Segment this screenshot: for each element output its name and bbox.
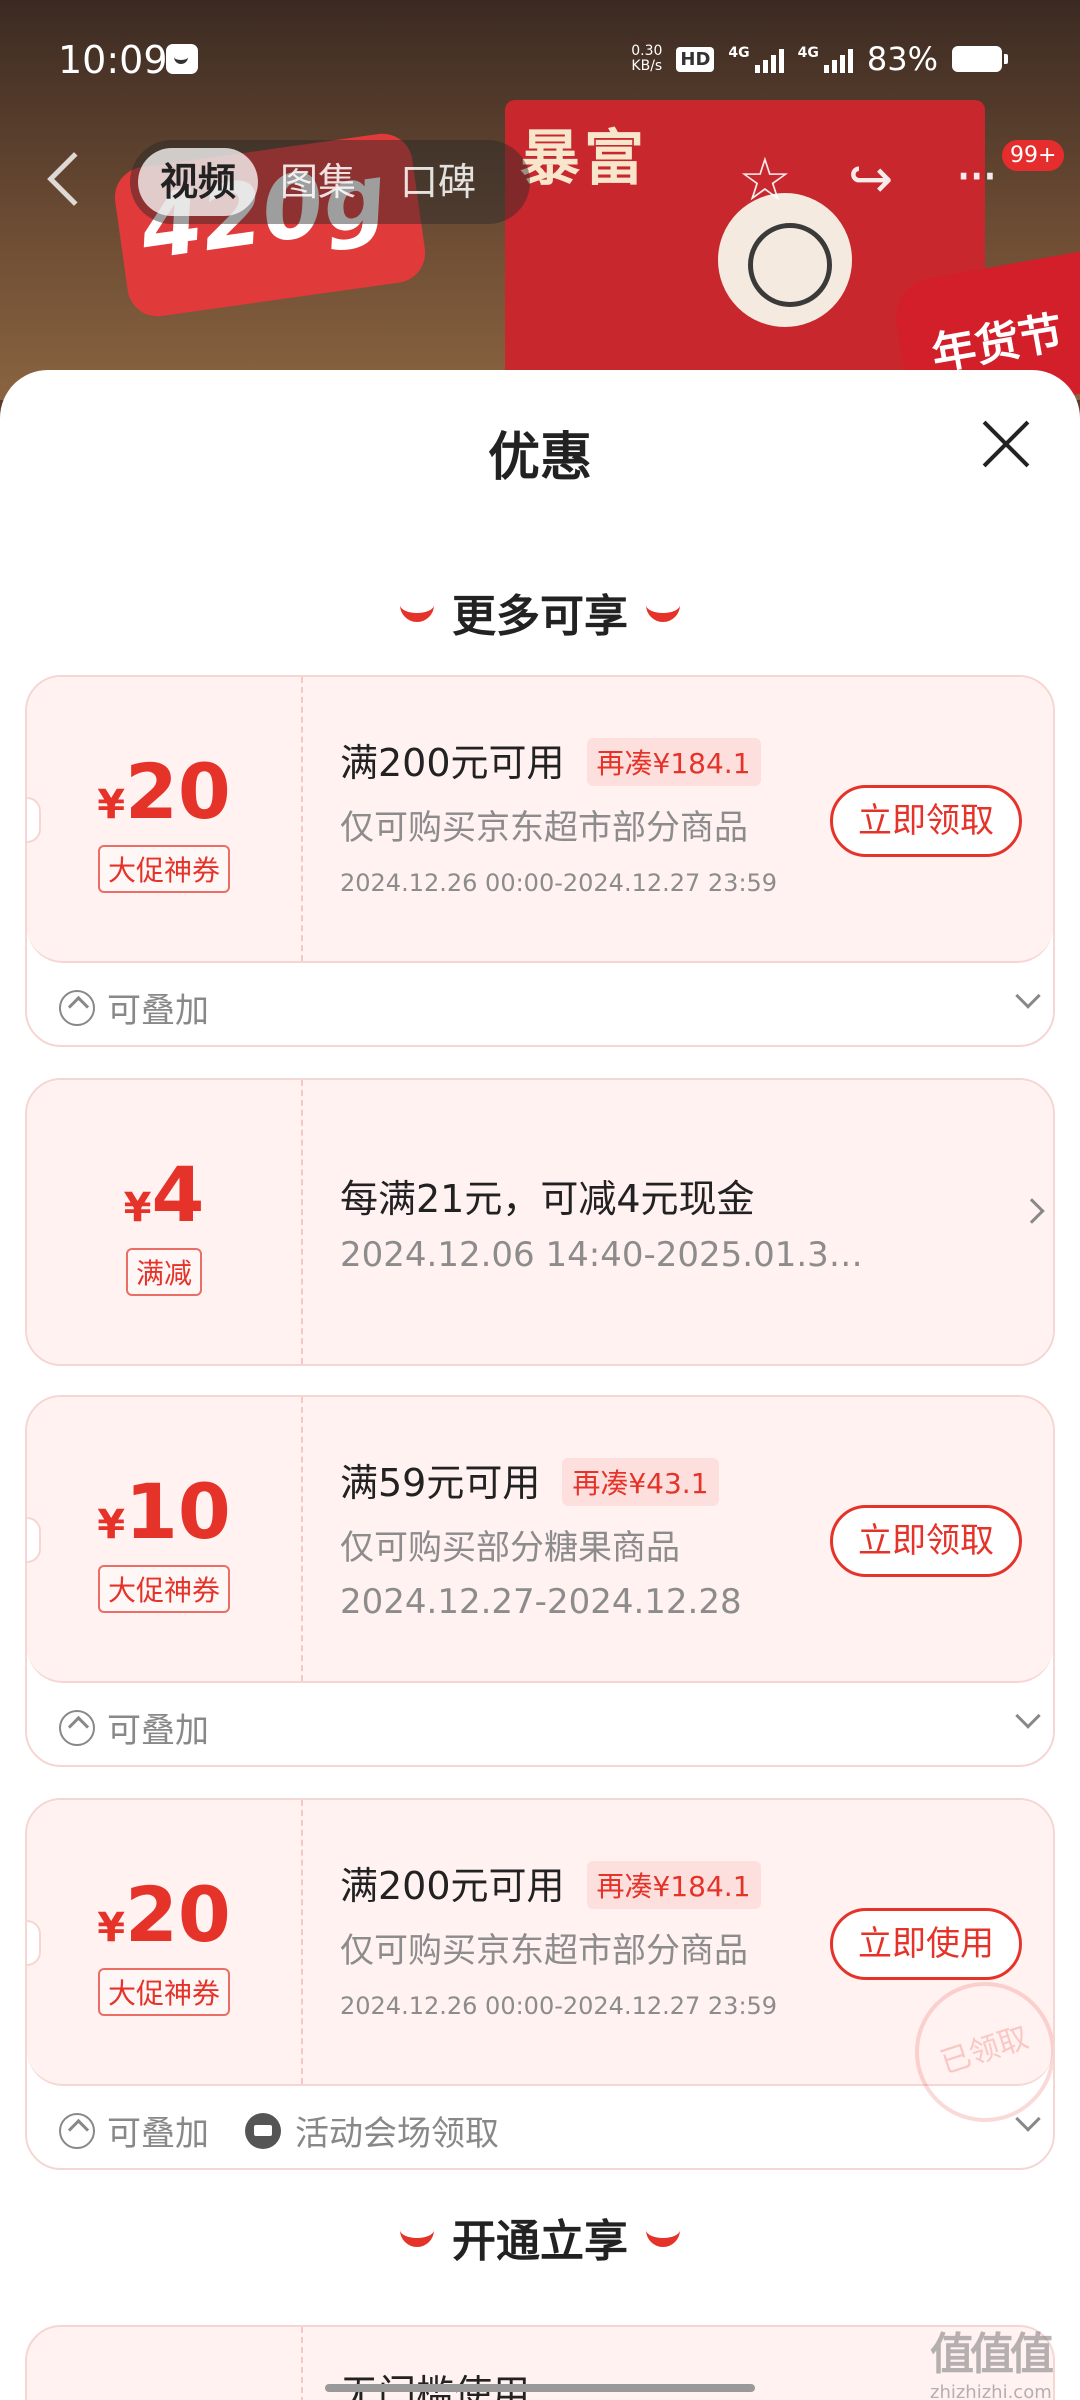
coupon-condition: 无门槛使用 bbox=[340, 2363, 530, 2400]
sheet-title: 优惠 bbox=[487, 428, 592, 488]
coupon-type-tag: 大促神券 bbox=[97, 845, 230, 893]
more-options-icon[interactable]: ··· bbox=[955, 150, 998, 204]
venue-claim-label: 活动会场领取 bbox=[245, 2106, 499, 2155]
section-open-membership: 开通立享 bbox=[0, 2205, 1080, 2269]
section-title: 更多可享 bbox=[452, 591, 628, 642]
status-indicators: 0.30 KB/s HD 4G 4G 83% bbox=[631, 40, 1008, 78]
network-speed: 0.30 KB/s bbox=[631, 44, 662, 74]
stackable-label: 可叠加 bbox=[59, 1703, 209, 1752]
network-type-sim1: 4G bbox=[728, 45, 750, 61]
coupon-amount: ¥4 bbox=[123, 1150, 205, 1239]
section-title: 开通立享 bbox=[452, 2216, 628, 2267]
coupon-footer[interactable]: 可叠加 bbox=[27, 963, 1053, 1045]
media-tab-bar: 视频 图集 口碑 bbox=[130, 140, 530, 224]
amount-gap-tag: 再凑¥184.1 bbox=[586, 737, 761, 786]
smile-decoration-icon bbox=[400, 604, 434, 622]
smile-decoration-icon bbox=[646, 2229, 680, 2247]
home-indicator[interactable] bbox=[325, 2384, 755, 2392]
stackable-icon bbox=[59, 1709, 95, 1746]
battery-icon bbox=[952, 46, 1008, 72]
coupon-validity: 2024.12.26 00:00-2024.12.27 23:59 bbox=[340, 869, 778, 897]
tab-video[interactable]: 视频 bbox=[138, 148, 259, 216]
coupon-condition: 满59元可用 再凑¥43.1 bbox=[340, 1452, 719, 1510]
network-speed-value: 0.30 bbox=[631, 43, 663, 59]
coupon-condition: 满200元可用 再凑¥184.1 bbox=[340, 732, 761, 790]
discount-sheet: 优惠 更多可享 ¥20 大促神券 满200元可用 再凑¥184.1 仅可购买京东超… bbox=[0, 370, 1080, 2400]
coupon-scope: 仅可购买京东超市部分商品 bbox=[340, 808, 748, 848]
hero-bag-text: 暴富 bbox=[520, 124, 648, 194]
coupon-body: ¥20 大促神券 满200元可用 再凑¥184.1 仅可购买京东超市部分商品 20… bbox=[27, 1800, 1053, 2141]
message-count-badge: 99+ bbox=[1002, 140, 1065, 171]
chevron-right-icon[interactable] bbox=[1019, 1198, 1045, 1224]
coupon-footer[interactable]: 可叠加 bbox=[27, 1683, 1053, 1765]
coupon-type-tag: 满减 bbox=[125, 1248, 202, 1296]
coupon-validity: 2024.12.27-2024.12.28 bbox=[340, 1582, 742, 1622]
coupon-condition: 每满21元，可减4元现金 bbox=[340, 1177, 755, 1221]
stackable-icon bbox=[59, 2112, 95, 2149]
claim-coupon-button[interactable]: 立即领取 bbox=[830, 1505, 1022, 1577]
signal-icon: 4G bbox=[728, 45, 784, 73]
close-icon[interactable] bbox=[980, 418, 1030, 468]
favorite-star-icon[interactable]: ☆ bbox=[738, 150, 792, 210]
stackable-icon bbox=[59, 989, 95, 1026]
tab-gallery[interactable]: 图集 bbox=[258, 148, 378, 216]
coupon-type-tag: 大促神券 bbox=[97, 1968, 230, 2016]
coupon-body: ¥4 满减 每满21元，可减4元现金 2024.12.06 14:40-2025… bbox=[27, 1080, 1053, 1364]
section-more-available: 更多可享 bbox=[0, 580, 1080, 644]
stackable-label: 可叠加 bbox=[59, 2106, 209, 2155]
expand-chevron-icon[interactable] bbox=[1015, 1703, 1041, 1729]
message-notification-icon bbox=[166, 44, 198, 74]
use-coupon-button[interactable]: 立即使用 bbox=[830, 1908, 1022, 1980]
signal-icon-sim2: 4G bbox=[798, 45, 853, 73]
coupon-scope: 仅可购买京东超市部分商品 bbox=[340, 1931, 748, 1971]
battery-percent: 83% bbox=[866, 40, 938, 78]
coupon-body: ¥20 大促神券 满200元可用 再凑¥184.1 仅可购买京东超市部分商品 20… bbox=[27, 677, 1053, 963]
smile-decoration-icon bbox=[400, 2229, 434, 2247]
coupon-validity: 2024.12.26 00:00-2024.12.27 23:59 bbox=[340, 1992, 778, 2020]
site-watermark: 值值值 zhizhizhi.com bbox=[930, 2329, 1054, 2400]
coupon-card[interactable]: ¥4 满减 每满21元，可减4元现金 2024.12.06 14:40-2025… bbox=[25, 1078, 1055, 1366]
coupon-type-tag: 大促神券 bbox=[97, 1565, 230, 1613]
coupon-body: ¥10 大促神券 满59元可用 再凑¥43.1 仅可购买部分糖果商品 2024.1… bbox=[27, 1397, 1053, 1683]
claim-coupon-button[interactable]: 立即领取 bbox=[830, 785, 1022, 857]
amount-gap-tag: 再凑¥43.1 bbox=[562, 1457, 719, 1506]
coupon-scope: 仅可购买部分糖果商品 bbox=[340, 1528, 680, 1568]
coupon-amount: ¥20 bbox=[97, 747, 231, 836]
ticket-icon bbox=[245, 2112, 281, 2149]
network-speed-unit: KB/s bbox=[631, 58, 663, 74]
coupon-card: ¥20 大促神券 满200元可用 再凑¥184.1 仅可购买京东超市部分商品 20… bbox=[25, 675, 1055, 1047]
coupon-card: ¥10 大促神券 满59元可用 再凑¥43.1 仅可购买部分糖果商品 2024.1… bbox=[25, 1395, 1055, 1767]
amount-gap-tag: 再凑¥184.1 bbox=[586, 1860, 761, 1909]
status-bar: 10:09 0.30 KB/s HD 4G 4G 83% bbox=[0, 0, 1080, 120]
tab-reviews[interactable]: 口碑 bbox=[378, 148, 498, 216]
expand-chevron-icon[interactable] bbox=[1015, 983, 1041, 1009]
network-type-sim2: 4G bbox=[797, 45, 819, 61]
coupon-card: ¥20 大促神券 满200元可用 再凑¥184.1 仅可购买京东超市部分商品 20… bbox=[25, 1798, 1055, 2170]
stackable-label: 可叠加 bbox=[59, 983, 209, 1032]
smile-decoration-icon bbox=[646, 604, 680, 622]
hd-voice-icon: HD bbox=[676, 46, 715, 72]
coupon-condition: 满200元可用 再凑¥184.1 bbox=[340, 1855, 761, 1913]
status-time: 10:09 bbox=[58, 38, 168, 82]
coupon-validity: 2024.12.06 14:40-2025.01.3… bbox=[340, 1235, 863, 1275]
coupon-amount: ¥20 bbox=[97, 1870, 231, 1959]
share-icon[interactable]: ↪ bbox=[848, 152, 893, 206]
coupon-amount: ¥10 bbox=[97, 1467, 231, 1556]
expand-chevron-icon[interactable] bbox=[1015, 2106, 1041, 2132]
coupon-footer[interactable]: 可叠加 活动会场领取 bbox=[27, 2086, 1053, 2168]
